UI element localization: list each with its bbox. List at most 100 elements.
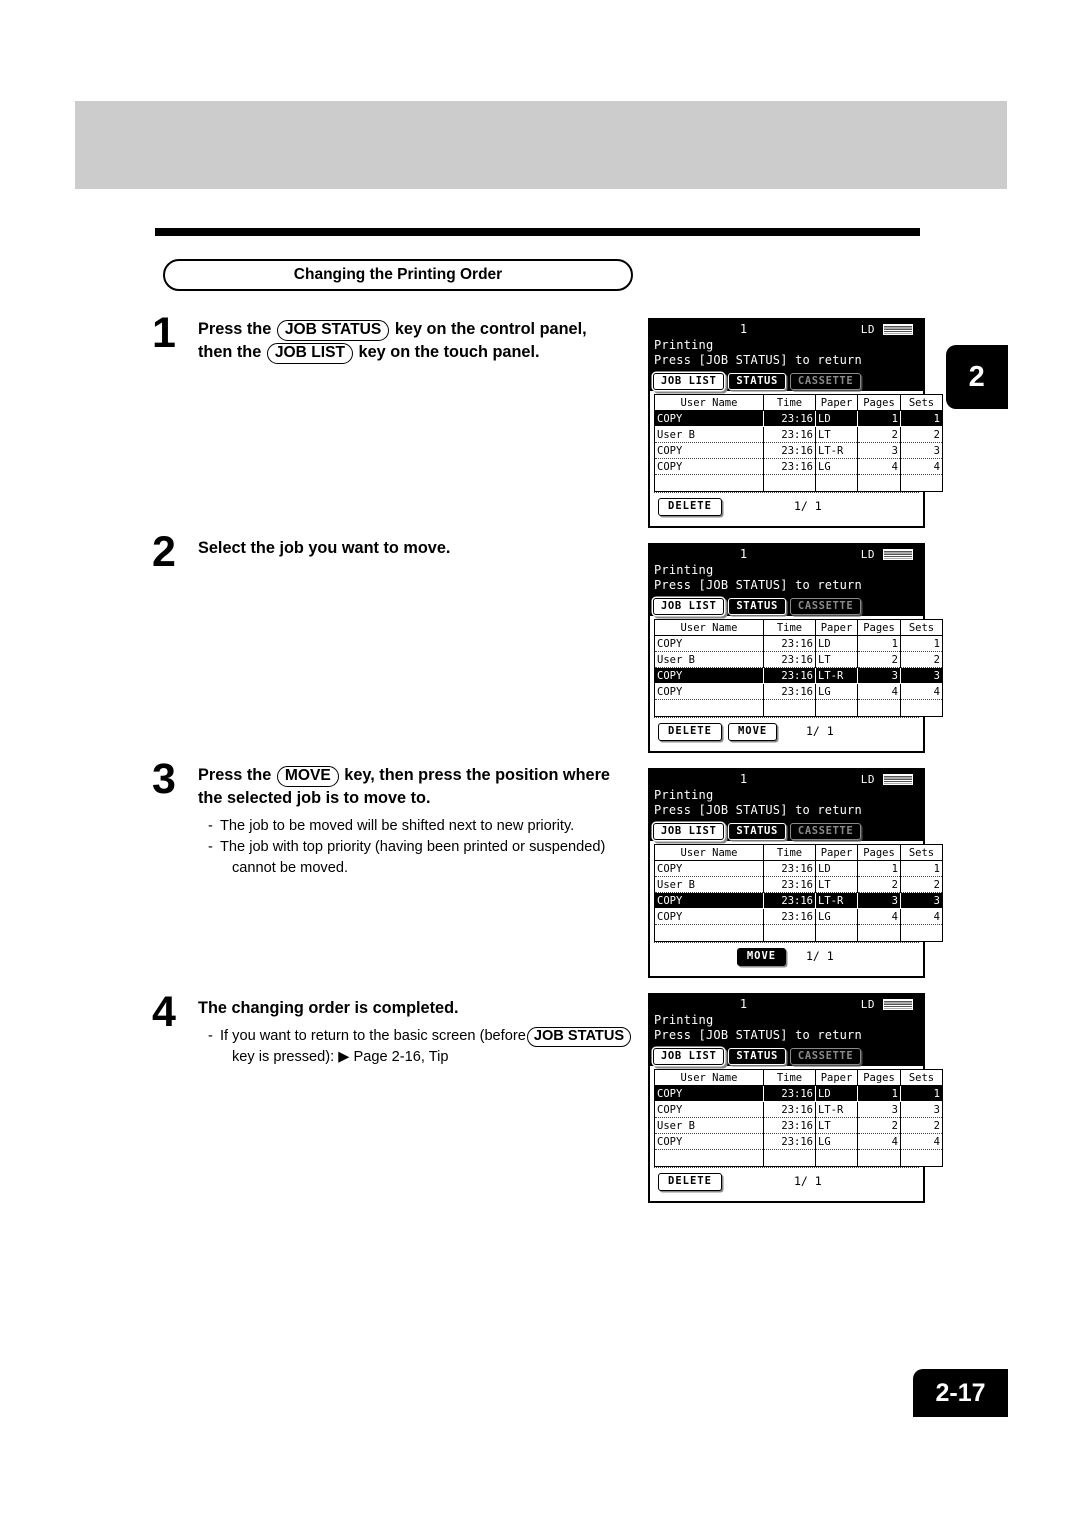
table-row[interactable]: COPY 23:16 LT-R 3 3 [654,1101,943,1118]
page-number-tab: 2-17 [913,1369,1008,1417]
cell-sets: 3 [900,892,943,909]
cell-user-name: User B [654,426,764,443]
column-header-time: Time [763,619,816,636]
cell-paper: LD [815,635,858,652]
cell-user-name: User B [654,1117,764,1134]
cell-sets: 3 [900,442,943,459]
paper-size-label: LD [860,323,875,336]
lcd-footer: MOVE 1/ 1 [654,942,919,976]
cell-empty [815,699,858,717]
touch-panel-screen[interactable]: 1 LD Printing Press [JOB STATUS] to return J… [648,993,943,1203]
paper-size-label: LD [860,998,875,1011]
column-header-paper: Paper [815,844,858,861]
touch-panel-screen[interactable]: 1 LD Printing Press [JOB STATUS] to return J… [648,768,943,978]
printing-status-text: Printing [654,788,714,802]
job-list-table[interactable]: User Name Time Paper Pages Sets COPY 23:16 LD 1 1… [654,1069,943,1167]
delete-button[interactable]: DELETE [658,498,722,516]
note-text: If you want to return to the basic scree… [220,1026,652,1068]
cell-paper: LT [815,1117,858,1134]
table-row[interactable]: User B 23:16 LT 2 2 [654,876,943,893]
note-text: The job to be moved will be shifted next… [220,817,575,834]
cell-user-name: COPY [654,458,764,475]
touch-panel-screen[interactable]: 1 LD Printing Press [JOB STATUS] to return J… [648,318,943,528]
cell-empty [763,1149,816,1167]
column-header-time: Time [763,844,816,861]
touch-panel-screen[interactable]: 1 LD Printing Press [JOB STATUS] to return J… [648,543,943,753]
job-list-table[interactable]: User Name Time Paper Pages Sets COPY 23:16 LD 1 1… [654,844,943,942]
table-row[interactable]: COPY 23:16 LG 4 4 [654,1133,943,1150]
section-rule [155,228,920,236]
note-bullet: - [208,838,213,855]
cell-time: 23:16 [763,426,816,443]
cell-pages: 3 [857,667,901,684]
tab-job-list[interactable]: JOB LIST [653,1048,725,1065]
footer-button-group: DELETE [658,1173,722,1191]
cell-paper: LT [815,651,858,668]
paper-tray-icon [883,999,913,1010]
tab-status[interactable]: STATUS [728,823,786,840]
note-continuation: cannot be moved. [232,859,349,876]
page-header-band [75,101,1007,189]
tab-job-list[interactable]: JOB LIST [653,598,725,615]
step-body: The changing order is completed. - If you … [198,997,652,1068]
lcd-header: 1 LD Printing Press [JOB STATUS] to return J… [650,320,923,391]
table-row[interactable]: COPY 23:16 LD 1 1 [654,635,943,652]
table-row[interactable]: User B 23:16 LT 2 2 [654,651,943,668]
cell-sets: 3 [900,667,943,684]
cell-pages: 2 [857,876,901,893]
lcd-header: 1 LD Printing Press [JOB STATUS] to return J… [650,770,923,841]
table-row[interactable]: COPY 23:16 LG 4 4 [654,683,943,700]
cell-user-name: User B [654,651,764,668]
cell-sets: 1 [900,410,943,427]
lcd-tab-bar: JOB LIST STATUS CASSETTE [653,598,862,615]
tab-job-list[interactable]: JOB LIST [653,373,725,390]
cell-empty [654,474,764,492]
table-row-empty[interactable] [654,474,943,492]
table-row-empty[interactable] [654,699,943,717]
lcd-footer: DELETE MOVE 1/ 1 [654,717,919,751]
table-row[interactable]: COPY 23:16 LT-R 3 3 [654,892,943,909]
cell-pages: 1 [857,635,901,652]
column-header-sets: Sets [900,1069,943,1086]
table-row-empty[interactable] [654,924,943,942]
cell-empty [654,924,764,942]
cell-time: 23:16 [763,876,816,893]
table-row[interactable]: COPY 23:16 LD 1 1 [654,1085,943,1102]
page-counter: 1/ 1 [794,499,822,513]
move-button[interactable]: MOVE [736,948,787,966]
return-hint-text: Press [JOB STATUS] to return [654,578,862,592]
table-row[interactable]: User B 23:16 LT 2 2 [654,426,943,443]
table-row[interactable]: COPY 23:16 LG 4 4 [654,908,943,925]
column-header-pages: Pages [857,844,901,861]
cell-time: 23:16 [763,667,816,684]
cell-paper: LD [815,1085,858,1102]
table-row[interactable]: COPY 23:16 LT-R 3 3 [654,667,943,684]
cell-empty [857,924,901,942]
move-button[interactable]: MOVE [727,723,778,741]
tab-job-list[interactable]: JOB LIST [653,823,725,840]
step-number: 3 [152,755,176,803]
table-row[interactable]: User B 23:16 LT 2 2 [654,1117,943,1134]
table-row[interactable]: COPY 23:16 LT-R 3 3 [654,442,943,459]
tab-status[interactable]: STATUS [728,373,786,390]
delete-button[interactable]: DELETE [658,1173,722,1191]
delete-button[interactable]: DELETE [658,723,722,741]
column-header-paper: Paper [815,1069,858,1086]
cell-time: 23:16 [763,860,816,877]
step-1: 1 Press the JOB STATUS key on the control… [152,312,652,365]
table-row[interactable]: COPY 23:16 LG 4 4 [654,458,943,475]
cell-sets: 2 [900,426,943,443]
tab-status[interactable]: STATUS [728,1048,786,1065]
table-row-empty[interactable] [654,1149,943,1167]
job-list-table[interactable]: User Name Time Paper Pages Sets COPY 23:16 LD 1 1… [654,619,943,717]
cell-sets: 1 [900,860,943,877]
lcd-status-bar: 1 LD [654,997,919,1013]
table-row[interactable]: COPY 23:16 LD 1 1 [654,860,943,877]
job-list-table[interactable]: User Name Time Paper Pages Sets COPY 23:16 LD 1 1… [654,394,943,492]
cell-empty [857,474,901,492]
lcd-header: 1 LD Printing Press [JOB STATUS] to return J… [650,995,923,1066]
table-row[interactable]: COPY 23:16 LD 1 1 [654,410,943,427]
manual-page: 2 2-17 Changing the Printing Order 1 Pres… [0,0,1080,1528]
tab-status[interactable]: STATUS [728,598,786,615]
job-number: 1 [739,322,748,336]
